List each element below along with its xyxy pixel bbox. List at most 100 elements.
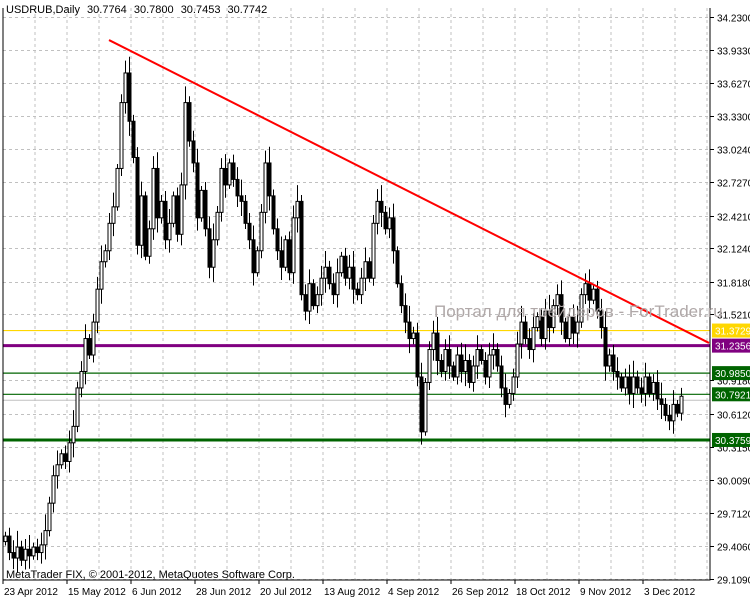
candle [339,251,344,277]
candle [471,355,476,392]
bull-candle-body [507,392,512,405]
bear-candle-body [399,283,404,307]
bull-candle-body [123,72,128,104]
candle [627,364,632,405]
bear-candle-body [451,365,456,378]
candle [139,181,144,259]
candle [651,374,656,401]
candle [375,189,380,235]
bull-candle-body [103,250,108,263]
candle [35,538,40,561]
bear-candle-body [191,140,196,164]
bear-candle-body [299,200,304,296]
bear-candle-body [639,387,644,394]
bear-candle-body [563,321,568,340]
candle [91,313,96,363]
candle [183,86,188,200]
bull-candle-body [255,250,260,274]
y-tick-label: 33.0240 [717,146,750,157]
candle [479,345,484,365]
y-tick-label: 32.4210 [717,213,750,224]
bear-candle-body [239,195,244,202]
bull-candle-body [511,376,516,394]
candle [31,542,36,560]
candle [175,187,180,242]
candle [527,328,532,359]
candle [235,167,240,207]
watermark: Портал для трейдеров - ForTrader.ru [434,302,723,321]
x-tick-label: 4 Sep 2012 [388,587,440,598]
candle [647,372,652,398]
candle [271,189,276,235]
candle [295,185,300,233]
bull-candle-body [43,530,48,546]
bear-candle-body [611,354,616,372]
bear-candle-body [415,332,420,378]
bear-candle-body [619,376,624,389]
candle [399,275,404,314]
price-chart[interactable]: 34.2300 33.9330 33.6270 33.3300 33.0240 32.72… [0,0,750,600]
bull-candle-body [471,365,476,383]
bear-candle-body [11,552,16,559]
bear-candle-body [247,222,252,241]
candle [431,320,436,361]
candle [387,207,392,239]
candle [363,247,368,292]
bull-candle-body [315,294,320,307]
bull-candle-body [95,288,100,323]
candle [83,324,88,385]
candle [227,158,232,189]
candle [347,254,352,290]
candle [247,213,252,250]
bear-candle-body [243,200,248,224]
high-value: 30.7800 [133,4,174,16]
candle [123,60,128,114]
candle [59,449,64,469]
bull-candle-body [147,228,152,257]
y-tick-label: 31.8180 [717,279,750,290]
candle [55,450,60,489]
candle [23,538,28,570]
bull-candle-body [183,102,188,186]
bear-candle-body [419,376,424,433]
x-tick-label: 20 Jul 2012 [260,587,312,598]
candle [427,341,432,390]
candle [655,370,660,410]
candle [335,258,340,308]
candle [667,405,672,431]
bull-candle-body [83,338,88,372]
bull-candle-body [31,546,36,557]
candle [315,286,320,314]
bull-candle-body [79,370,84,389]
bear-candle-body [483,360,488,378]
bear-candle-body [331,283,336,296]
candle [391,203,396,264]
candle [99,245,104,304]
candle [331,273,336,304]
candle [491,333,496,370]
candle [19,540,24,566]
candle [619,372,624,392]
candle [3,531,8,546]
price-level-tag-label: 30.7921 [715,390,750,401]
y-tick-label: 33.9330 [717,47,750,58]
candle [163,191,168,250]
bear-candle-body [503,387,508,405]
candle [467,354,472,389]
bear-candle-body [627,376,632,394]
bull-candle-body [475,349,480,367]
candle [583,273,588,304]
bear-candle-body [395,250,400,285]
candle [451,361,456,381]
bull-candle-body [259,211,264,252]
candle [143,191,148,261]
candle [439,354,444,378]
candle [255,246,260,277]
candle [219,158,224,222]
bear-candle-body [675,403,680,414]
bull-candle-body [139,195,144,246]
bear-candle-body [635,376,640,389]
bull-candle-body [519,321,524,345]
candle [671,390,676,434]
bull-candle-body [371,222,376,279]
